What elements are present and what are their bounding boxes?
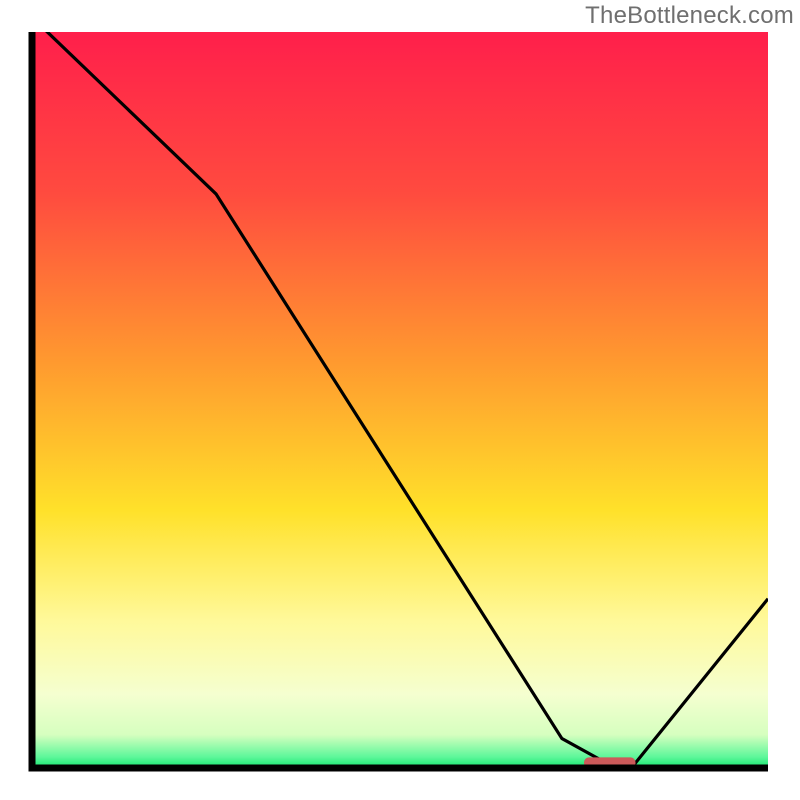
chart-container: TheBottleneck.com bbox=[0, 0, 800, 800]
bottleneck-chart bbox=[0, 0, 800, 800]
plot-background bbox=[32, 32, 768, 768]
